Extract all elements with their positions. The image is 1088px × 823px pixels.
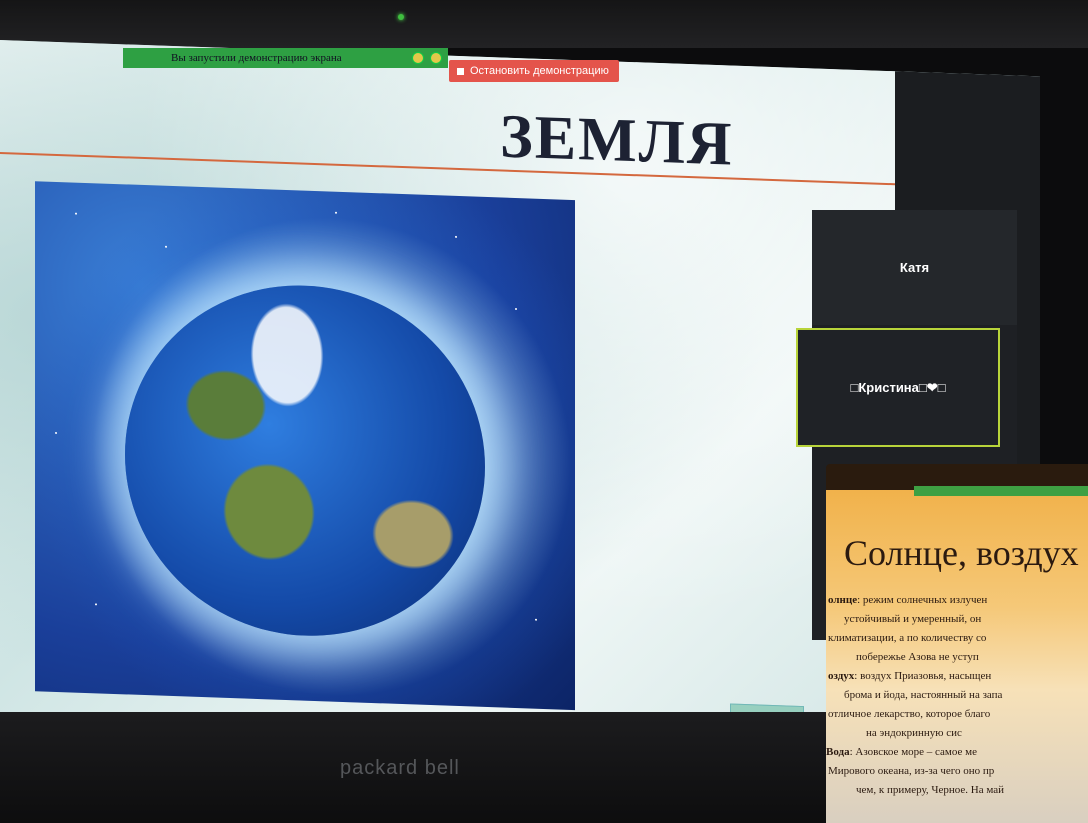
- phone-slide-line: чем, к примеру, Черное. На май: [856, 784, 1005, 796]
- screen-share-notice-text: Вы запустили демонстрацию экрана: [171, 52, 342, 64]
- phone-slide-line: олнце: режим солнечных излучен: [828, 594, 988, 606]
- shield-icon[interactable]: [430, 52, 442, 64]
- stop-icon: [457, 67, 464, 75]
- phone-slide-line: оздух: воздух Приазовья, насыщен: [828, 670, 992, 682]
- webcam-light-icon: [398, 14, 404, 20]
- pause-icon[interactable]: [412, 52, 424, 64]
- phone-slide-line: брома и йода, настоянный на запа: [844, 689, 1003, 701]
- phone-slide-line: на эндокринную сис: [866, 727, 962, 739]
- phone-share-bar: [914, 486, 1088, 496]
- slide-title: ЗЕМЛЯ: [500, 102, 734, 179]
- earth-image: [35, 181, 575, 711]
- participant-tile[interactable]: Катя: [812, 210, 1017, 325]
- phone-slide-line: Мирового океана, из-за чего оно пр: [828, 765, 995, 777]
- stop-share-label: Остановить демонстрацию: [470, 65, 609, 77]
- phone-slide-line: побережье Азова не уступ: [856, 651, 979, 663]
- screen-share-notice-bar: Вы запустили демонстрацию экрана: [123, 48, 448, 68]
- phone-slide-line: устойчивый и умеренный, он: [844, 613, 982, 625]
- phone-slide-line: климатизации, а по количеству со: [828, 632, 987, 644]
- laptop-bezel-top: [0, 0, 1088, 48]
- participant-tile-active[interactable]: □Кристина□❤□: [796, 328, 1000, 447]
- laptop-brand-logo: packard bell: [340, 757, 460, 779]
- phone-slide-line: Вода: Азовское море – самое ме: [826, 746, 978, 758]
- participant-name: Катя: [899, 260, 930, 275]
- phone-screen-inset: Солнце, воздух олнце: режим солнечных из…: [826, 464, 1088, 823]
- stop-share-button[interactable]: Остановить демонстрацию: [449, 60, 619, 82]
- phone-slide-line: отличное лекарство, которое благо: [828, 708, 991, 720]
- participant-name: □Кристина□❤□: [850, 379, 946, 395]
- phone-slide-title: Солнце, воздух: [844, 533, 1079, 573]
- earth-globe-icon: [125, 279, 485, 642]
